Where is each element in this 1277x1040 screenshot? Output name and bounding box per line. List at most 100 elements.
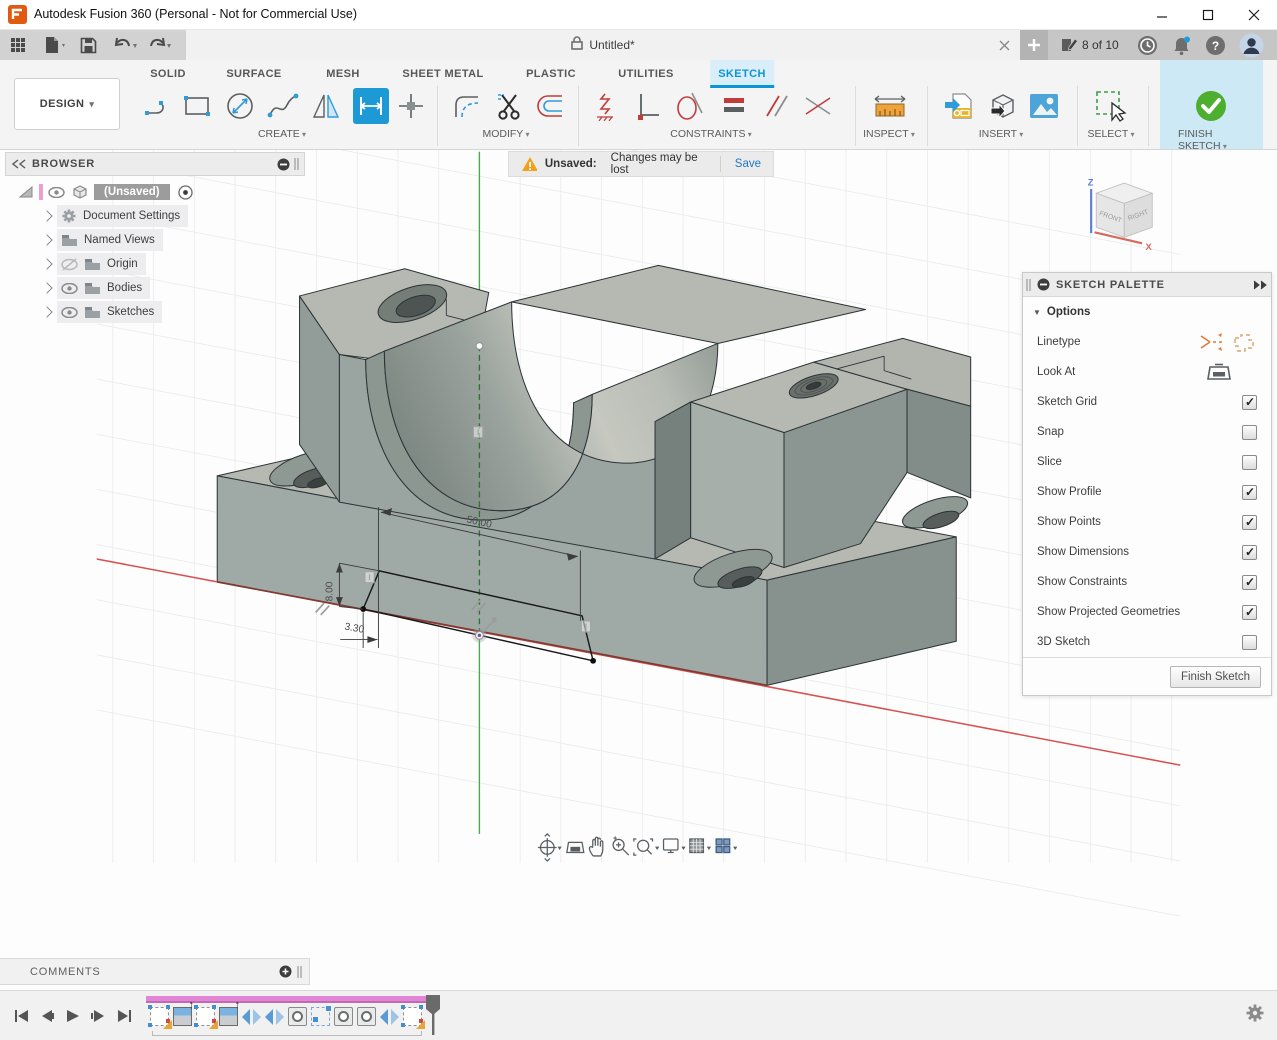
timeline-go-to-start-button[interactable] <box>8 1003 34 1029</box>
create-spline-icon[interactable] <box>265 88 301 124</box>
options-section-header[interactable]: Options <box>1023 297 1271 327</box>
group-select[interactable]: SELECT <box>1087 128 1134 140</box>
maximize-button[interactable] <box>1185 0 1231 30</box>
browser-item-origin[interactable]: Origin <box>5 252 305 276</box>
minimize-panel-icon[interactable] <box>277 158 290 171</box>
timeline-feature-11[interactable] <box>380 1007 399 1026</box>
panel-grip[interactable] <box>1026 278 1032 292</box>
show-projected-geometries-checkbox[interactable] <box>1242 605 1257 620</box>
browser-root-row[interactable]: (Unsaved) <box>5 180 305 204</box>
history-clock-icon[interactable] <box>1137 35 1158 56</box>
tab-sheet-metal[interactable]: SHEET METAL <box>394 60 491 88</box>
timeline-feature-10[interactable] <box>357 1007 376 1026</box>
show-profile-checkbox[interactable] <box>1242 485 1257 500</box>
inspect-measure-icon[interactable] <box>872 88 908 124</box>
collapse-panel-icon[interactable] <box>12 159 26 169</box>
select-tool-icon[interactable] <box>1093 88 1129 124</box>
viewports-icon[interactable] <box>716 839 737 853</box>
timeline-playhead[interactable] <box>424 995 442 1040</box>
browser-item-label[interactable]: Bodies <box>107 282 142 294</box>
tab-mesh[interactable]: MESH <box>318 60 367 88</box>
snap-checkbox[interactable] <box>1242 425 1257 440</box>
timeline-feature-9[interactable] <box>334 1007 353 1026</box>
fit-tool-icon[interactable] <box>634 839 659 855</box>
file-menu-icon[interactable] <box>44 36 66 54</box>
browser-item-label[interactable]: Document Settings <box>83 210 180 222</box>
timeline-feature-12[interactable] <box>403 1007 422 1026</box>
panel-grip[interactable] <box>294 157 300 171</box>
eye-hidden-icon[interactable] <box>61 258 78 271</box>
document-tab[interactable]: Untitled* <box>186 30 1020 60</box>
construction-linetype-icon[interactable] <box>1199 332 1225 352</box>
group-finish-sketch[interactable]: FINISH SKETCH <box>1178 128 1244 152</box>
modify-trim-icon[interactable] <box>491 88 527 124</box>
timeline-feature-7[interactable] <box>288 1007 307 1026</box>
modify-offset-icon[interactable] <box>532 88 568 124</box>
expand-panel-icon[interactable] <box>1253 280 1267 290</box>
origin-point[interactable] <box>472 628 486 642</box>
tab-close-icon[interactable] <box>999 38 1010 56</box>
constraint-parallel-icon[interactable] <box>758 88 794 124</box>
expand-root-icon[interactable] <box>19 186 33 198</box>
pillow-block-model[interactable] <box>217 265 971 685</box>
timeline-feature-strip[interactable] <box>146 995 440 1037</box>
job-status-icon[interactable] <box>1060 37 1078 53</box>
create-circle-icon[interactable] <box>222 88 258 124</box>
browser-item-document-settings[interactable]: Document Settings <box>5 204 305 228</box>
timeline-settings-gear-icon[interactable] <box>1245 1003 1265 1028</box>
create-dimension-tool[interactable] <box>353 88 389 124</box>
add-comment-icon[interactable] <box>279 965 292 978</box>
group-insert[interactable]: INSERT <box>979 128 1024 140</box>
create-point-icon[interactable] <box>393 88 429 124</box>
save-link[interactable]: Save <box>735 158 761 170</box>
visibility-eye-icon[interactable] <box>48 187 65 198</box>
centerline-linetype-icon[interactable] <box>1231 332 1257 352</box>
timeline-feature-4[interactable] <box>219 1007 238 1026</box>
group-create[interactable]: CREATE <box>258 128 306 140</box>
group-inspect[interactable]: INSPECT <box>863 128 915 140</box>
sketch-palette-header[interactable]: SKETCH PALETTE <box>1023 273 1271 297</box>
insert-mesh-icon[interactable] <box>983 88 1019 124</box>
timeline-feature-5[interactable] <box>242 1007 261 1026</box>
activate-radio-icon[interactable] <box>178 185 193 200</box>
insert-svg-icon[interactable] <box>941 88 977 124</box>
timeline-feature-8[interactable] <box>311 1007 330 1026</box>
tab-utilities[interactable]: UTILITIES <box>610 60 682 88</box>
help-icon[interactable]: ? <box>1205 35 1226 56</box>
create-line-icon[interactable] <box>140 88 176 124</box>
zoom-tool-icon[interactable] <box>613 836 629 855</box>
constraint-equal-icon[interactable] <box>716 88 752 124</box>
show-points-checkbox[interactable] <box>1242 515 1257 530</box>
grid-settings-icon[interactable] <box>690 839 711 853</box>
eye-visible-icon[interactable] <box>61 283 78 294</box>
timeline-go-to-end-button[interactable] <box>112 1003 138 1029</box>
browser-item-sketches[interactable]: Sketches <box>5 300 305 324</box>
sketch-point[interactable] <box>590 658 596 664</box>
finish-sketch-button[interactable] <box>1193 88 1229 124</box>
timeline-feature-6[interactable] <box>265 1007 284 1026</box>
browser-header[interactable]: BROWSER <box>5 152 305 176</box>
save-icon[interactable] <box>80 37 97 54</box>
design-workspace-menu[interactable]: DESIGN <box>14 78 120 130</box>
modify-fillet-icon[interactable] <box>449 88 485 124</box>
close-button[interactable] <box>1231 0 1277 30</box>
redo-icon[interactable] <box>147 37 171 53</box>
view-cube[interactable]: FRONT RIGHT Z X <box>1088 178 1153 252</box>
browser-item-bodies[interactable]: Bodies <box>5 276 305 300</box>
sketch-point-top[interactable] <box>476 343 483 350</box>
slice-checkbox[interactable] <box>1242 455 1257 470</box>
sketch-grid-checkbox[interactable] <box>1242 395 1257 410</box>
look-at-icon[interactable] <box>1207 363 1231 381</box>
tab-surface[interactable]: SURFACE <box>218 60 289 88</box>
timeline-play-button[interactable] <box>60 1003 86 1029</box>
comments-panel[interactable]: COMMENTS <box>0 958 310 985</box>
constraint-vertical-horizontal-icon[interactable] <box>629 88 665 124</box>
tab-solid[interactable]: SOLID <box>142 60 194 88</box>
browser-item-label[interactable]: Named Views <box>84 234 155 246</box>
constraint-tangent-icon[interactable] <box>671 88 707 124</box>
pan-tool-icon[interactable] <box>589 837 602 856</box>
finish-sketch-palette-button[interactable]: Finish Sketch <box>1170 666 1261 688</box>
panel-grip[interactable] <box>297 965 303 979</box>
orbit-tool-icon[interactable] <box>538 834 562 861</box>
constraint-perpendicular-icon[interactable] <box>800 88 836 124</box>
